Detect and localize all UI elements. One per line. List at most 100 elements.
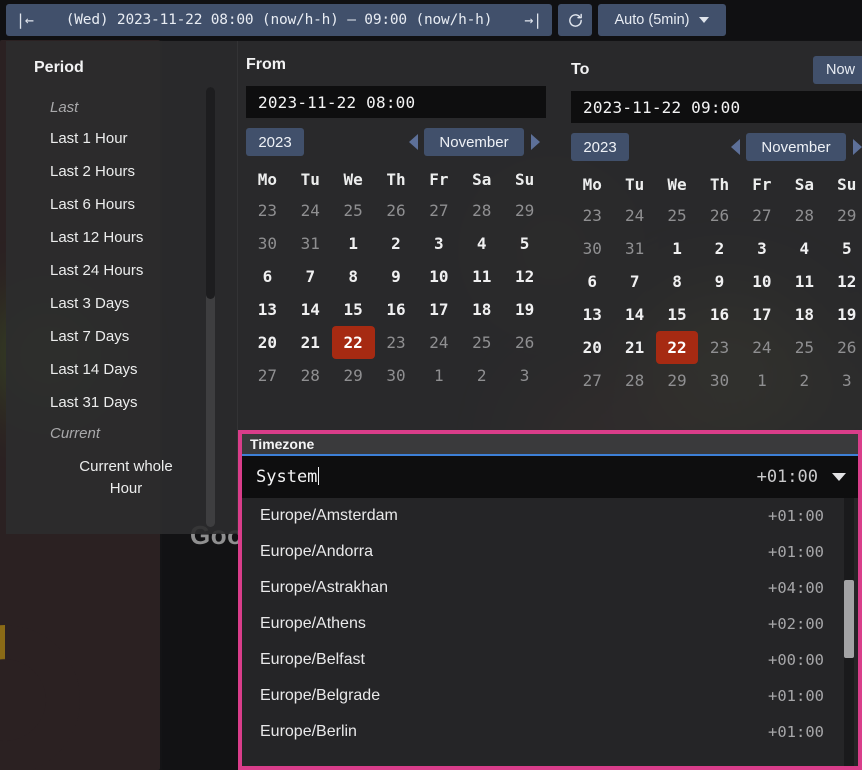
calendar-day[interactable]: 23	[246, 194, 289, 227]
calendar-day[interactable]: 23	[375, 326, 418, 359]
from-month-button[interactable]: November	[424, 128, 524, 156]
calendar-day[interactable]: 25	[783, 331, 825, 364]
calendar-day[interactable]: 29	[826, 199, 862, 232]
period-item-last-24-hours[interactable]: Last 24 Hours	[6, 254, 238, 287]
period-item-current-whole-hour[interactable]: Current whole Hour	[6, 448, 238, 508]
calendar-day[interactable]: 20	[246, 326, 289, 359]
period-item-last-1-hour[interactable]: Last 1 Hour	[6, 122, 238, 155]
calendar-day[interactable]: 2	[783, 364, 825, 397]
calendar-day[interactable]: 4	[783, 232, 825, 265]
calendar-day[interactable]: 9	[375, 260, 418, 293]
calendar-day[interactable]: 1	[656, 232, 698, 265]
calendar-day[interactable]: 29	[503, 194, 546, 227]
calendar-day[interactable]: 1	[417, 359, 460, 392]
calendar-day[interactable]: 27	[246, 359, 289, 392]
timezone-option[interactable]: Europe/Belfast +00:00	[242, 642, 858, 678]
calendar-day[interactable]: 29	[656, 364, 698, 397]
timezone-option[interactable]: Europe/Athens +02:00	[242, 606, 858, 642]
calendar-day[interactable]: 27	[741, 199, 783, 232]
calendar-day[interactable]: 19	[826, 298, 862, 331]
calendar-day[interactable]: 26	[375, 194, 418, 227]
period-list[interactable]: Last Last 1 Hour Last 2 Hours Last 6 Hou…	[6, 93, 238, 534]
calendar-day[interactable]: 23	[571, 199, 613, 232]
calendar-day[interactable]: 30	[246, 227, 289, 260]
calendar-day[interactable]: 20	[571, 331, 613, 364]
timezone-option[interactable]: Europe/Belgrade +01:00	[242, 678, 858, 714]
calendar-day[interactable]: 21	[613, 331, 655, 364]
calendar-day[interactable]: 15	[656, 298, 698, 331]
period-item-last-6-hours[interactable]: Last 6 Hours	[6, 188, 238, 221]
calendar-day[interactable]: 3	[503, 359, 546, 392]
calendar-day[interactable]: 26	[503, 326, 546, 359]
calendar-day[interactable]: 15	[332, 293, 375, 326]
calendar-day[interactable]: 6	[571, 265, 613, 298]
calendar-day[interactable]: 30	[571, 232, 613, 265]
calendar-day[interactable]: 21	[289, 326, 332, 359]
calendar-day[interactable]: 13	[246, 293, 289, 326]
period-item-last-31-days[interactable]: Last 31 Days	[6, 386, 238, 419]
calendar-day[interactable]: 27	[571, 364, 613, 397]
calendar-day[interactable]: 11	[783, 265, 825, 298]
calendar-day[interactable]: 3	[826, 364, 862, 397]
calendar-day[interactable]: 6	[246, 260, 289, 293]
period-item-last-14-days[interactable]: Last 14 Days	[6, 353, 238, 386]
period-item-last-7-days[interactable]: Last 7 Days	[6, 320, 238, 353]
calendar-day[interactable]: 11	[460, 260, 503, 293]
calendar-day[interactable]: 12	[503, 260, 546, 293]
calendar-day[interactable]: 8	[332, 260, 375, 293]
to-next-month-button[interactable]	[846, 139, 862, 155]
calendar-day[interactable]: 24	[417, 326, 460, 359]
calendar-day[interactable]: 14	[289, 293, 332, 326]
timezone-scrollbar-thumb[interactable]	[844, 580, 854, 658]
timezone-option[interactable]: Europe/Berlin +01:00	[242, 714, 858, 750]
from-prev-month-button[interactable]	[402, 134, 424, 150]
calendar-day[interactable]: 10	[741, 265, 783, 298]
refresh-interval-dropdown[interactable]: Auto (5min)	[598, 4, 726, 36]
chevron-down-icon[interactable]	[832, 473, 846, 481]
to-year-button[interactable]: 2023	[571, 133, 629, 161]
calendar-day[interactable]: 7	[613, 265, 655, 298]
from-date-input[interactable]	[246, 86, 546, 118]
time-range-button[interactable]: |← (Wed) 2023-11-22 08:00 (now/h-h) — 09…	[6, 4, 552, 36]
to-prev-month-button[interactable]	[724, 139, 746, 155]
to-month-button[interactable]: November	[746, 133, 846, 161]
timezone-input-row[interactable]: System +01:00	[242, 456, 858, 498]
calendar-day[interactable]: 2	[375, 227, 418, 260]
calendar-day-selected[interactable]: 22	[331, 326, 375, 359]
calendar-day[interactable]: 26	[698, 199, 740, 232]
calendar-day[interactable]: 25	[332, 194, 375, 227]
calendar-day-selected[interactable]: 22	[655, 331, 699, 364]
calendar-day[interactable]: 2	[698, 232, 740, 265]
calendar-day[interactable]: 5	[503, 227, 546, 260]
period-item-last-2-hours[interactable]: Last 2 Hours	[6, 155, 238, 188]
calendar-day[interactable]: 27	[417, 194, 460, 227]
calendar-day[interactable]: 12	[826, 265, 862, 298]
refresh-button[interactable]	[558, 4, 592, 36]
calendar-day[interactable]: 19	[503, 293, 546, 326]
now-button[interactable]: Now	[812, 56, 862, 84]
calendar-day[interactable]: 7	[289, 260, 332, 293]
from-next-month-button[interactable]	[524, 134, 546, 150]
period-item-last-12-hours[interactable]: Last 12 Hours	[6, 221, 238, 254]
calendar-day[interactable]: 1	[332, 227, 375, 260]
calendar-day[interactable]: 24	[741, 331, 783, 364]
calendar-day[interactable]: 28	[783, 199, 825, 232]
calendar-day[interactable]: 1	[741, 364, 783, 397]
calendar-day[interactable]: 14	[613, 298, 655, 331]
timezone-option[interactable]: Europe/Andorra +01:00	[242, 534, 858, 570]
calendar-day[interactable]: 4	[460, 227, 503, 260]
calendar-day[interactable]: 24	[289, 194, 332, 227]
calendar-day[interactable]: 18	[460, 293, 503, 326]
timezone-input[interactable]: System	[256, 467, 747, 487]
calendar-day[interactable]: 28	[460, 194, 503, 227]
calendar-day[interactable]: 30	[698, 364, 740, 397]
calendar-day[interactable]: 18	[783, 298, 825, 331]
calendar-day[interactable]: 9	[698, 265, 740, 298]
from-year-button[interactable]: 2023	[246, 128, 304, 156]
calendar-day[interactable]: 28	[613, 364, 655, 397]
calendar-day[interactable]: 8	[656, 265, 698, 298]
calendar-day[interactable]: 31	[613, 232, 655, 265]
calendar-day[interactable]: 16	[375, 293, 418, 326]
calendar-day[interactable]: 17	[741, 298, 783, 331]
step-backward-icon[interactable]: |←	[16, 11, 34, 29]
